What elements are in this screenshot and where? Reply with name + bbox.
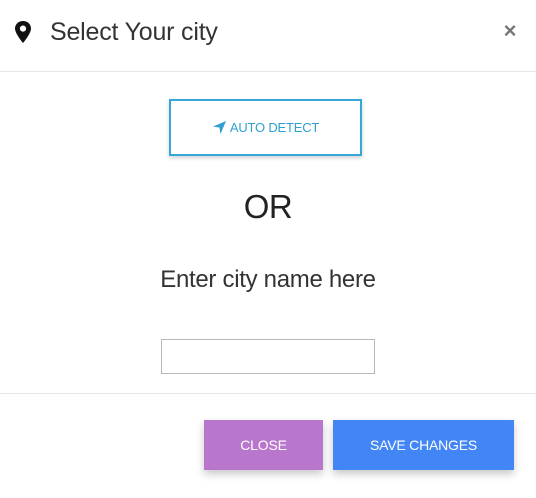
auto-detect-label: AUTO DETECT (229, 120, 320, 135)
modal-title: Select Your city (50, 18, 218, 46)
auto-detect-button[interactable]: AUTO DETECT (169, 99, 362, 156)
save-changes-button[interactable]: SAVE CHANGES (333, 420, 514, 470)
enter-city-label: Enter city name here (160, 266, 376, 293)
modal-footer: CLOSE SAVE CHANGES (0, 394, 536, 498)
location-arrow-icon (212, 120, 226, 135)
modal-body: AUTO DETECT OR Enter city name here (0, 72, 536, 394)
close-icon[interactable]: × (500, 19, 520, 43)
city-name-input[interactable] (161, 339, 375, 374)
modal-header: Select Your city × (0, 0, 536, 72)
or-divider-text: OR (243, 188, 293, 225)
map-marker-icon (15, 21, 31, 43)
select-city-modal: Select Your city × AUTO DETECT OR Enter … (0, 0, 536, 498)
close-button[interactable]: CLOSE (204, 420, 323, 470)
